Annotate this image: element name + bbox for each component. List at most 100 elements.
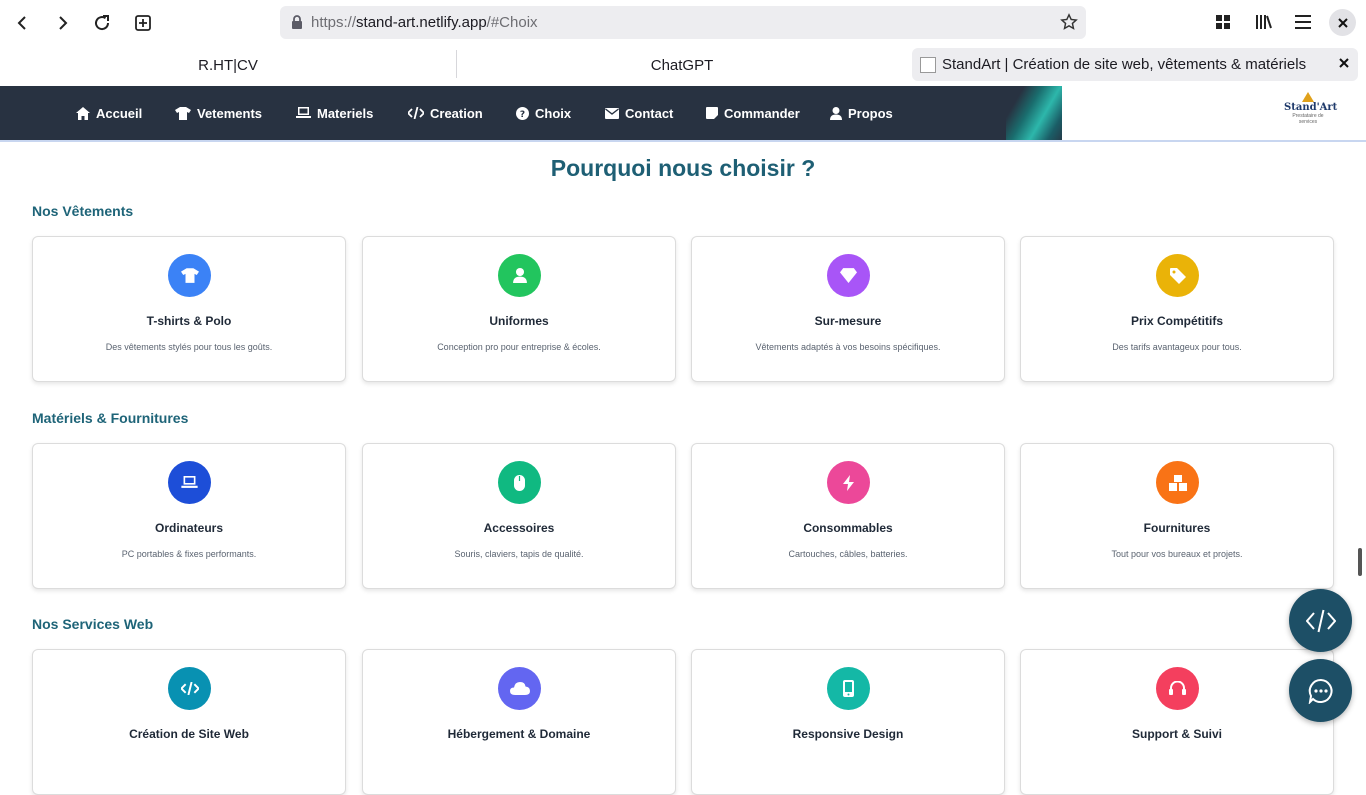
home-icon bbox=[76, 106, 90, 120]
nav-label: Vetements bbox=[197, 105, 263, 121]
nav-item-creation[interactable]: Creation bbox=[408, 104, 483, 122]
card-accessoires: Accessoires Souris, claviers, tapis de q… bbox=[362, 443, 676, 589]
nav-label: Choix bbox=[535, 105, 572, 121]
nav-label: Accueil bbox=[96, 105, 143, 121]
laptop-icon bbox=[296, 107, 311, 118]
nav-label: Creation bbox=[430, 105, 483, 121]
card-title: Sur-mesure bbox=[814, 314, 882, 328]
card-description: Souris, claviers, tapis de qualité. bbox=[454, 549, 584, 559]
card-support-suivi: Support & Suivi bbox=[1020, 649, 1334, 795]
card-sur-mesure: Sur-mesure Vêtements adaptés à vos besoi… bbox=[691, 236, 1005, 382]
close-icon bbox=[1337, 17, 1348, 28]
site-logo[interactable]: Stand'Art Prestataire de services bbox=[1284, 92, 1338, 132]
card-creation-site-web: Création de Site Web bbox=[32, 649, 346, 795]
extensions-grid-button[interactable] bbox=[1212, 11, 1234, 33]
card-ordinateurs: Ordinateurs PC portables & fixes perform… bbox=[32, 443, 346, 589]
nav-item-contact[interactable]: Contact bbox=[605, 104, 673, 122]
bolt-icon bbox=[827, 461, 870, 504]
navbar-shadow bbox=[0, 140, 1366, 142]
window-close-button[interactable] bbox=[1329, 9, 1356, 36]
nav-label: Commander bbox=[724, 105, 800, 121]
url-host: stand-art.netlify.app bbox=[356, 14, 487, 31]
question-icon: ? bbox=[516, 106, 529, 120]
navbar-decoration bbox=[1006, 86, 1066, 140]
boxes-icon bbox=[1156, 461, 1199, 504]
url-path: /#Choix bbox=[486, 14, 538, 31]
note-icon bbox=[706, 107, 718, 119]
card-title: Prix Compétitifs bbox=[1130, 314, 1223, 328]
code-icon bbox=[408, 107, 424, 119]
card-description: Vêtements adaptés à vos besoins spécifiq… bbox=[755, 342, 941, 352]
card-description: PC portables & fixes performants. bbox=[121, 549, 257, 559]
hamburger-menu-icon bbox=[1295, 15, 1311, 29]
card-uniformes: Uniformes Conception pro pour entreprise… bbox=[362, 236, 676, 382]
card-description: Tout pour vos bureaux et projets. bbox=[1111, 549, 1243, 559]
tab-close-icon[interactable] bbox=[1338, 57, 1350, 69]
card-title: T-shirts & Polo bbox=[146, 314, 232, 328]
card-title: Uniformes bbox=[489, 314, 549, 328]
forward-arrow-icon bbox=[59, 16, 68, 30]
forward-button[interactable] bbox=[49, 10, 75, 36]
card-title: Fournitures bbox=[1143, 521, 1211, 535]
card-hebergement-domaine: Hébergement & Domaine bbox=[362, 649, 676, 795]
lock-icon bbox=[292, 15, 302, 29]
tab-label: StandArt | Création de site web, vêtemen… bbox=[942, 56, 1307, 73]
tab-label: ChatGPT bbox=[650, 56, 714, 74]
logo-name: Stand'Art bbox=[1284, 102, 1338, 113]
new-tab-button[interactable] bbox=[130, 10, 156, 36]
card-tshirts-polo: T-shirts & Polo Des vêtements stylés pou… bbox=[32, 236, 346, 382]
nav-label: Materiels bbox=[317, 105, 374, 121]
user-tie-icon bbox=[498, 254, 541, 297]
card-consommables: Consommables Cartouches, câbles, batteri… bbox=[691, 443, 1005, 589]
user-icon bbox=[830, 106, 842, 120]
svg-text:?: ? bbox=[520, 110, 525, 120]
tab-strip: R.HT|CV ChatGPT StandArt | Création de s… bbox=[0, 44, 1366, 86]
nav-item-accueil[interactable]: Accueil bbox=[76, 104, 142, 122]
nav-item-propos[interactable]: Propos bbox=[830, 104, 893, 122]
card-description: Des tarifs avantageux pour tous. bbox=[1112, 342, 1242, 352]
scrollbar-thumb[interactable] bbox=[1358, 548, 1362, 576]
card-title: Support & Suivi bbox=[1132, 727, 1222, 741]
card-title: Création de Site Web bbox=[129, 727, 249, 741]
nav-item-commander[interactable]: Commander bbox=[706, 104, 800, 122]
nav-label: Contact bbox=[625, 105, 674, 121]
url-bar[interactable]: https://stand-art.netlify.app/#Choix bbox=[280, 6, 1086, 39]
plus-square-icon bbox=[135, 15, 151, 31]
nav-item-vetements[interactable]: Vetements bbox=[175, 104, 262, 122]
tab-standart-active[interactable]: StandArt | Création de site web, vêtemen… bbox=[912, 48, 1358, 81]
card-description: Conception pro pour entreprise & écoles. bbox=[437, 342, 601, 352]
chat-icon bbox=[1308, 678, 1333, 704]
card-title: Ordinateurs bbox=[154, 521, 223, 535]
page-title: Pourquoi nous choisir ? bbox=[550, 155, 816, 181]
laptop-icon bbox=[168, 461, 211, 504]
section-title-materiels: Matériels & Fournitures bbox=[32, 410, 189, 426]
nav-item-materiels[interactable]: Materiels bbox=[296, 104, 373, 122]
chat-fab-button[interactable] bbox=[1289, 659, 1352, 722]
reload-button[interactable] bbox=[89, 10, 115, 36]
menu-button[interactable] bbox=[1292, 11, 1314, 33]
bookmark-star-icon bbox=[1060, 13, 1078, 30]
mobile-icon bbox=[827, 667, 870, 710]
browser-toolbar: https://stand-art.netlify.app/#Choix bbox=[0, 0, 1366, 44]
tab-rht-cv[interactable]: R.HT|CV bbox=[0, 44, 456, 86]
reload-icon bbox=[95, 15, 110, 31]
code-fab-button[interactable] bbox=[1289, 589, 1352, 652]
nav-item-choix[interactable]: ? Choix bbox=[516, 104, 571, 122]
tab-label: R.HT|CV bbox=[198, 56, 258, 74]
library-button[interactable] bbox=[1253, 11, 1275, 33]
card-description: Cartouches, câbles, batteries. bbox=[788, 549, 908, 559]
url-prefix: https:// bbox=[311, 14, 357, 31]
card-prix-competitifs: Prix Compétitifs Des tarifs avantageux p… bbox=[1020, 236, 1334, 382]
mouse-icon bbox=[498, 461, 541, 504]
tags-icon bbox=[1156, 254, 1199, 297]
url-text: https://stand-art.netlify.app/#Choix bbox=[311, 14, 538, 31]
section-title-vetements: Nos Vêtements bbox=[32, 203, 134, 219]
grid-icon bbox=[1216, 15, 1230, 29]
card-title: Consommables bbox=[803, 521, 893, 535]
back-button[interactable] bbox=[10, 10, 36, 36]
tab-chatgpt[interactable]: ChatGPT bbox=[457, 44, 907, 86]
card-title: Responsive Design bbox=[792, 727, 904, 741]
back-arrow-icon bbox=[17, 16, 26, 30]
headset-icon bbox=[1156, 667, 1199, 710]
card-title: Accessoires bbox=[483, 521, 555, 535]
